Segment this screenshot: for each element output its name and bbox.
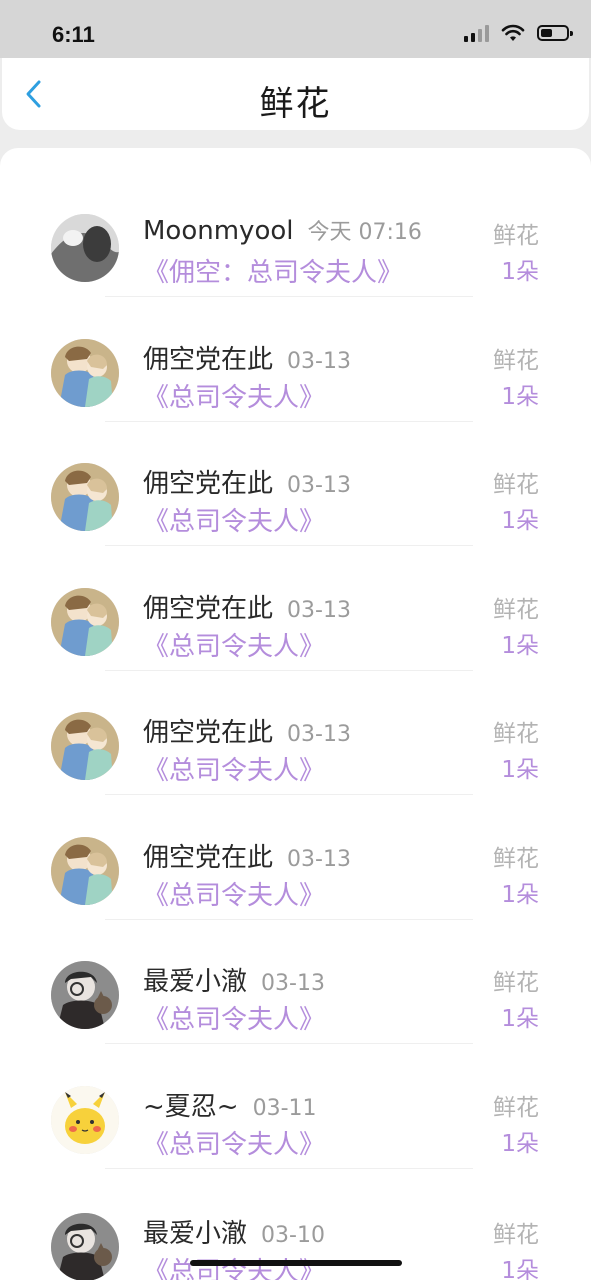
avatar[interactable]	[51, 588, 119, 656]
gift-date: 今天 07:16	[307, 220, 422, 245]
user-name: 佣空党在此	[143, 718, 274, 748]
list-item[interactable]: 佣空党在此 03-13 《总司令夫人》 鲜花 1朵	[0, 795, 591, 920]
avatar[interactable]	[51, 837, 119, 905]
gift-label: 鲜花	[493, 597, 539, 623]
user-name: 佣空党在此	[143, 594, 274, 624]
gift-date: 03-13	[287, 598, 351, 623]
list-item[interactable]: 佣空党在此 03-13 《总司令夫人》 鲜花 1朵	[0, 670, 591, 795]
list-item[interactable]: 最爱小澈 03-13 《总司令夫人》 鲜花 1朵	[0, 919, 591, 1044]
user-name: 佣空党在此	[143, 469, 274, 499]
avatar[interactable]	[51, 214, 119, 282]
status-bar: 6:11	[0, 0, 591, 58]
user-name: ~夏忍~	[143, 1092, 239, 1122]
list-item[interactable]: 佣空党在此 03-13 《总司令夫人》 鲜花 1朵	[0, 421, 591, 546]
list-item[interactable]: 佣空党在此 03-13 《总司令夫人》 鲜花 1朵	[0, 546, 591, 671]
gift-count: 1朵	[501, 757, 539, 783]
book-title[interactable]: 《总司令夫人》	[143, 999, 325, 1036]
user-name: 佣空党在此	[143, 345, 274, 375]
battery-icon	[537, 25, 573, 41]
avatar[interactable]	[51, 463, 119, 531]
gift-label: 鲜花	[493, 846, 539, 872]
gift-date: 03-13	[287, 473, 351, 498]
gift-label: 鲜花	[493, 1222, 539, 1248]
wifi-icon	[501, 24, 525, 41]
avatar[interactable]	[51, 1213, 119, 1280]
gift-count: 1朵	[501, 508, 539, 534]
gift-list: Moonmyool 今天 07:16 《佣空：总司令夫人》 鲜花 1朵 佣空党在此…	[0, 148, 591, 1280]
status-time: 6:11	[52, 22, 95, 47]
avatar[interactable]	[51, 712, 119, 780]
gift-count: 1朵	[501, 259, 539, 285]
gift-label: 鲜花	[493, 472, 539, 498]
avatar[interactable]	[51, 1086, 119, 1154]
page-title: 鲜花	[259, 84, 332, 124]
nav-bar: 鲜花	[2, 58, 589, 130]
gift-count: 1朵	[501, 384, 539, 410]
book-title[interactable]: 《总司令夫人》	[143, 1124, 325, 1161]
book-title[interactable]: 《总司令夫人》	[143, 875, 325, 912]
user-name: 最爱小澈	[143, 967, 248, 997]
gift-count: 1朵	[501, 1131, 539, 1157]
divider	[105, 1168, 473, 1169]
gift-date: 03-13	[261, 971, 325, 996]
gift-date: 03-13	[287, 349, 351, 374]
gift-label: 鲜花	[493, 970, 539, 996]
gift-date: 03-13	[287, 722, 351, 747]
list-item[interactable]: 佣空党在此 03-13 《总司令夫人》 鲜花 1朵	[0, 297, 591, 422]
gift-count: 1朵	[501, 633, 539, 659]
user-name: Moonmyool	[143, 216, 294, 246]
gift-label: 鲜花	[493, 223, 539, 249]
avatar[interactable]	[51, 339, 119, 407]
book-title[interactable]: 《总司令夫人》	[143, 750, 325, 787]
gift-count: 1朵	[501, 882, 539, 908]
gift-label: 鲜花	[493, 348, 539, 374]
book-title[interactable]: 《佣空：总司令夫人》	[143, 252, 403, 289]
user-name: 佣空党在此	[143, 843, 274, 873]
cellular-signal-icon	[464, 24, 489, 42]
status-icons	[464, 24, 573, 42]
gift-date: 03-10	[261, 1223, 325, 1248]
list-item[interactable]: ~夏忍~ 03-11 《总司令夫人》 鲜花 1朵	[0, 1044, 591, 1169]
list-item[interactable]: Moonmyool 今天 07:16 《佣空：总司令夫人》 鲜花 1朵	[0, 172, 591, 297]
user-name: 最爱小澈	[143, 1219, 248, 1249]
book-title[interactable]: 《总司令夫人》	[143, 501, 325, 538]
gift-date: 03-13	[287, 847, 351, 872]
gift-date: 03-11	[252, 1096, 317, 1121]
gift-count: 1朵	[501, 1006, 539, 1032]
gift-label: 鲜花	[493, 721, 539, 747]
home-indicator	[190, 1260, 402, 1266]
book-title[interactable]: 《总司令夫人》	[143, 377, 325, 414]
gift-label: 鲜花	[493, 1095, 539, 1121]
avatar[interactable]	[51, 961, 119, 1029]
gift-count: 1朵	[501, 1258, 539, 1280]
book-title[interactable]: 《总司令夫人》	[143, 626, 325, 663]
